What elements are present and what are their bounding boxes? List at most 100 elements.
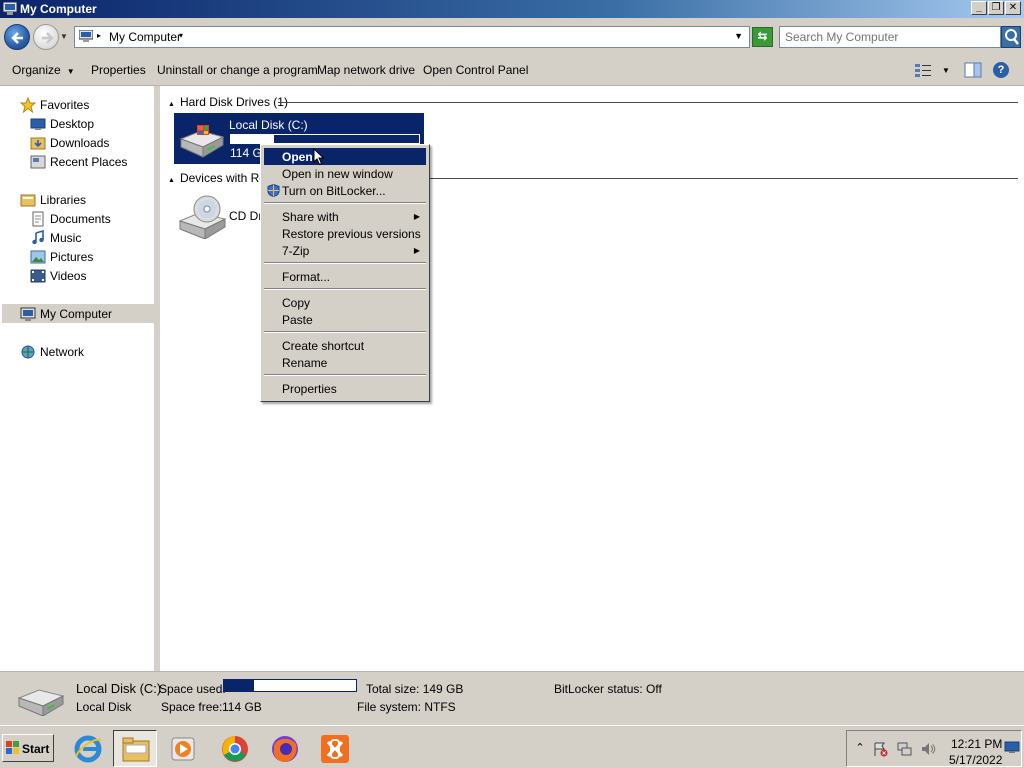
- taskbar-chrome[interactable]: [213, 730, 257, 767]
- details-total-size: Total size: 149 GB: [366, 682, 464, 696]
- taskbar-internet-explorer[interactable]: [66, 730, 110, 767]
- group-divider: [428, 178, 1018, 179]
- details-file-system: File system: NTFS: [357, 700, 456, 714]
- address-dropdown-icon[interactable]: ▼: [734, 31, 743, 41]
- network-status-icon[interactable]: [896, 741, 912, 757]
- collapse-caret-icon[interactable]: ▲: [168, 101, 175, 108]
- organize-button[interactable]: Organize ▼: [12, 63, 75, 77]
- menu-item-label: Create shortcut: [282, 339, 365, 353]
- firefox-icon: [272, 736, 298, 762]
- volume-icon[interactable]: [920, 741, 936, 757]
- menu-item-label: Turn on BitLocker...: [282, 184, 386, 198]
- menu-item-open[interactable]: Open: [264, 148, 426, 165]
- details-space-used-label: Space used:: [159, 682, 226, 696]
- details-space-free-value: 114 GB: [222, 700, 262, 714]
- menu-item-paste[interactable]: Paste: [264, 311, 426, 328]
- title-bar[interactable]: My Computer _ ❐ ✕: [0, 0, 1024, 18]
- uninstall-program-button[interactable]: Uninstall or change a program: [157, 63, 318, 77]
- details-bitlocker-status: BitLocker status: Off: [554, 682, 662, 696]
- taskbar-media-player[interactable]: [162, 730, 206, 767]
- menu-item-open-new-window[interactable]: Open in new window: [264, 165, 426, 182]
- libraries-icon: [20, 194, 36, 207]
- mouse-cursor-icon: [313, 148, 325, 166]
- back-arrow-icon: [11, 32, 23, 44]
- menu-item-create-shortcut[interactable]: Create shortcut: [264, 337, 426, 354]
- hard-drive-icon: [179, 125, 225, 158]
- menu-item-label: Properties: [282, 382, 337, 396]
- search-input[interactable]: [785, 28, 995, 46]
- map-network-drive-button[interactable]: Map network drive: [317, 63, 415, 77]
- search-icon: [1005, 29, 1019, 45]
- group-header-hard-disk-drives[interactable]: ▲ Hard Disk Drives (1): [168, 95, 288, 109]
- taskbar-xampp[interactable]: [313, 730, 357, 767]
- documents-icon: [32, 211, 44, 227]
- nav-item-label: Libraries: [40, 193, 87, 207]
- minimize-button[interactable]: _: [971, 1, 987, 15]
- menu-separator: [264, 331, 426, 333]
- show-desktop-icon[interactable]: [1004, 739, 1020, 755]
- nav-item-label: Favorites: [40, 98, 90, 112]
- address-field[interactable]: ▸ My Computer ▾ ▼: [74, 26, 750, 48]
- breadcrumb-my-computer[interactable]: My Computer: [109, 30, 181, 44]
- xampp-icon: [321, 735, 349, 763]
- menu-item-label: Share with: [282, 210, 339, 224]
- network-icon: [21, 345, 35, 359]
- drive-c-usage-bar: [230, 134, 420, 144]
- restore-button[interactable]: ❐: [988, 1, 1004, 15]
- open-control-panel-button[interactable]: Open Control Panel: [423, 63, 528, 77]
- menu-separator: [264, 374, 426, 376]
- menu-item-label: Copy: [282, 296, 311, 310]
- details-drive-name: Local Disk (C:): [76, 681, 162, 696]
- menu-item-restore-previous-versions[interactable]: Restore previous versions: [264, 225, 426, 242]
- recent-pages-dropdown-icon[interactable]: ▼: [60, 32, 68, 41]
- help-button[interactable]: ?: [993, 62, 1009, 78]
- search-button[interactable]: [1001, 26, 1021, 48]
- music-icon: [32, 230, 44, 245]
- menu-item-properties[interactable]: Properties: [264, 380, 426, 397]
- shield-icon: [267, 184, 280, 197]
- start-label: Start: [22, 742, 50, 756]
- menu-item-label: 7-Zip: [282, 244, 310, 258]
- preview-pane-icon[interactable]: [964, 62, 982, 78]
- menu-item-format[interactable]: Format...: [264, 268, 426, 285]
- search-field[interactable]: [779, 26, 1001, 48]
- menu-item-rename[interactable]: Rename: [264, 354, 426, 371]
- show-hidden-icons-icon[interactable]: ⌃: [852, 741, 868, 757]
- action-center-flag-icon[interactable]: [872, 741, 888, 757]
- window-title: My Computer: [20, 2, 97, 16]
- change-view-icon[interactable]: [914, 62, 932, 78]
- clock-date[interactable]: 5/17/2022: [949, 753, 1002, 767]
- clock-time[interactable]: 12:21 PM: [951, 737, 1002, 751]
- back-button[interactable]: [4, 24, 30, 50]
- breadcrumb-chevron-icon[interactable]: ▸: [97, 31, 101, 40]
- breadcrumb-chevron-icon[interactable]: ▾: [179, 31, 183, 40]
- details-pane: Local Disk (C:) Local Disk Space used: S…: [0, 671, 1024, 725]
- menu-item-label: Open in new window: [282, 167, 393, 181]
- start-button[interactable]: Start: [2, 734, 54, 762]
- taskbar-file-explorer[interactable]: [113, 730, 157, 767]
- properties-button[interactable]: Properties: [91, 63, 146, 77]
- menu-item-share-with[interactable]: Share with ▶: [264, 208, 426, 225]
- drive-c-usage-fill: [231, 135, 275, 143]
- computer-icon: [20, 307, 36, 321]
- videos-icon: [30, 269, 46, 283]
- refresh-button[interactable]: ⇆: [752, 27, 773, 47]
- menu-item-copy[interactable]: Copy: [264, 294, 426, 311]
- menu-item-7zip[interactable]: 7-Zip ▶: [264, 242, 426, 259]
- collapse-caret-icon[interactable]: ▲: [168, 177, 175, 184]
- group-header-label: Hard Disk Drives (1): [179, 95, 288, 109]
- taskbar-firefox[interactable]: [263, 730, 307, 767]
- close-button[interactable]: ✕: [1005, 1, 1021, 15]
- forward-button[interactable]: [33, 24, 59, 50]
- nav-item-label: My Computer: [40, 307, 113, 321]
- group-divider: [278, 102, 1018, 103]
- media-player-icon: [171, 737, 195, 761]
- nav-item-label: Documents: [50, 212, 111, 226]
- cd-drive-icon: [178, 195, 227, 239]
- details-drive-type: Local Disk: [76, 700, 132, 714]
- menu-separator: [264, 262, 426, 264]
- details-space-used-bar: [223, 679, 357, 692]
- menu-item-bitlocker[interactable]: Turn on BitLocker...: [264, 182, 426, 199]
- context-menu: Open Open in new window Turn on BitLocke…: [260, 144, 430, 402]
- view-options-dropdown-icon[interactable]: ▼: [942, 66, 950, 75]
